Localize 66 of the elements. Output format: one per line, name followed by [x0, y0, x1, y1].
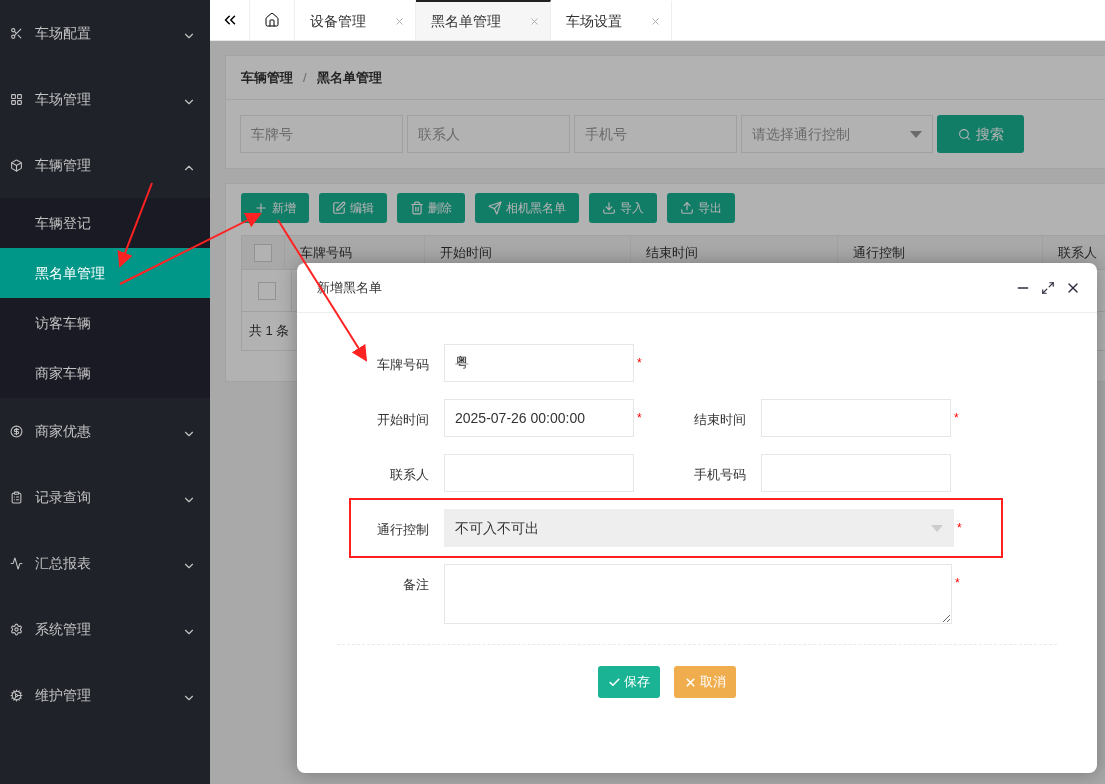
required-mark: * — [954, 410, 960, 427]
sidebar-item[interactable]: 记录查询 — [0, 464, 210, 530]
sidebar-subitem[interactable]: 黑名单管理 — [0, 248, 210, 298]
required-mark: * — [957, 520, 963, 537]
check-icon — [608, 675, 621, 689]
column-header: 通行控制 — [853, 243, 905, 262]
tab[interactable]: 车场设置 — [551, 0, 672, 40]
field-label: 开始时间 — [376, 411, 430, 429]
download-icon — [602, 201, 616, 215]
search-field[interactable]: 车牌号 — [240, 115, 403, 153]
input-field[interactable] — [761, 399, 951, 437]
paper-plane-icon — [488, 201, 502, 215]
checkbox[interactable] — [257, 281, 276, 300]
sidebar-item[interactable]: 车场配置 — [0, 0, 210, 66]
column-header: 联系人 — [1058, 243, 1097, 262]
field-label: 联系人 — [389, 466, 430, 484]
textarea-field[interactable] — [444, 564, 952, 624]
required-mark: * — [955, 575, 961, 592]
required-mark: * — [637, 355, 643, 372]
grid-icon — [10, 92, 23, 106]
sidebar-subitem[interactable]: 访客车辆 — [0, 298, 210, 348]
settings-icon — [10, 622, 23, 636]
input-field[interactable] — [444, 454, 634, 492]
pulse-icon — [10, 556, 23, 570]
clipboard-icon — [10, 490, 23, 504]
sidebar-subitem[interactable]: 商家车辆 — [0, 348, 210, 398]
record-count: 共 1 条 — [249, 322, 290, 341]
column-header: 结束时间 — [646, 243, 698, 262]
breadcrumb-item[interactable]: 黑名单管理 — [316, 67, 382, 88]
breadcrumb-separator: / — [303, 68, 307, 87]
plus-icon — [254, 201, 268, 215]
input-field[interactable]: 粤 — [444, 344, 634, 382]
gear-icon — [10, 688, 23, 702]
home-icon — [264, 12, 280, 28]
column-header: 开始时间 — [440, 243, 492, 262]
sidebar-item[interactable]: 商家优惠 — [0, 398, 210, 464]
select-field[interactable]: 不可入不可出 — [444, 509, 954, 547]
cube-icon — [10, 158, 23, 172]
edit-icon — [332, 201, 346, 215]
sidebar-item[interactable]: 车场管理 — [0, 66, 210, 132]
trash-icon — [410, 201, 424, 215]
search-field[interactable]: 手机号 — [574, 115, 737, 153]
search-field[interactable]: 联系人 — [407, 115, 570, 153]
input-field[interactable]: 2025-07-26 00:00:00 — [444, 399, 634, 437]
sidebar-item[interactable]: 车辆管理 — [0, 132, 210, 198]
tab[interactable]: 黑名单管理 — [416, 0, 551, 40]
breadcrumb-item[interactable]: 车辆管理 — [241, 67, 293, 88]
search-icon — [957, 127, 971, 141]
checkbox[interactable] — [254, 243, 272, 262]
input-field[interactable] — [761, 454, 951, 492]
sidebar-subitem[interactable]: 车辆登记 — [0, 198, 210, 248]
upload-icon — [680, 201, 694, 215]
close-icon — [684, 675, 697, 689]
sidebar-item[interactable]: 维护管理 — [0, 662, 210, 728]
column-header: 车牌号码 — [300, 243, 352, 262]
field-label: 通行控制 — [376, 521, 430, 539]
dropdown-icon — [931, 524, 943, 532]
field-label: 车牌号码 — [376, 356, 430, 374]
required-mark: * — [637, 410, 643, 427]
sidebar-item[interactable]: 系统管理 — [0, 596, 210, 662]
field-label: 手机号码 — [693, 466, 747, 484]
maximize-icon[interactable] — [1041, 280, 1055, 295]
sidebar-item[interactable]: 汇总报表 — [0, 530, 210, 596]
field-label: 结束时间 — [693, 411, 747, 429]
dropdown-icon — [910, 130, 922, 138]
field-label: 备注 — [402, 576, 430, 594]
